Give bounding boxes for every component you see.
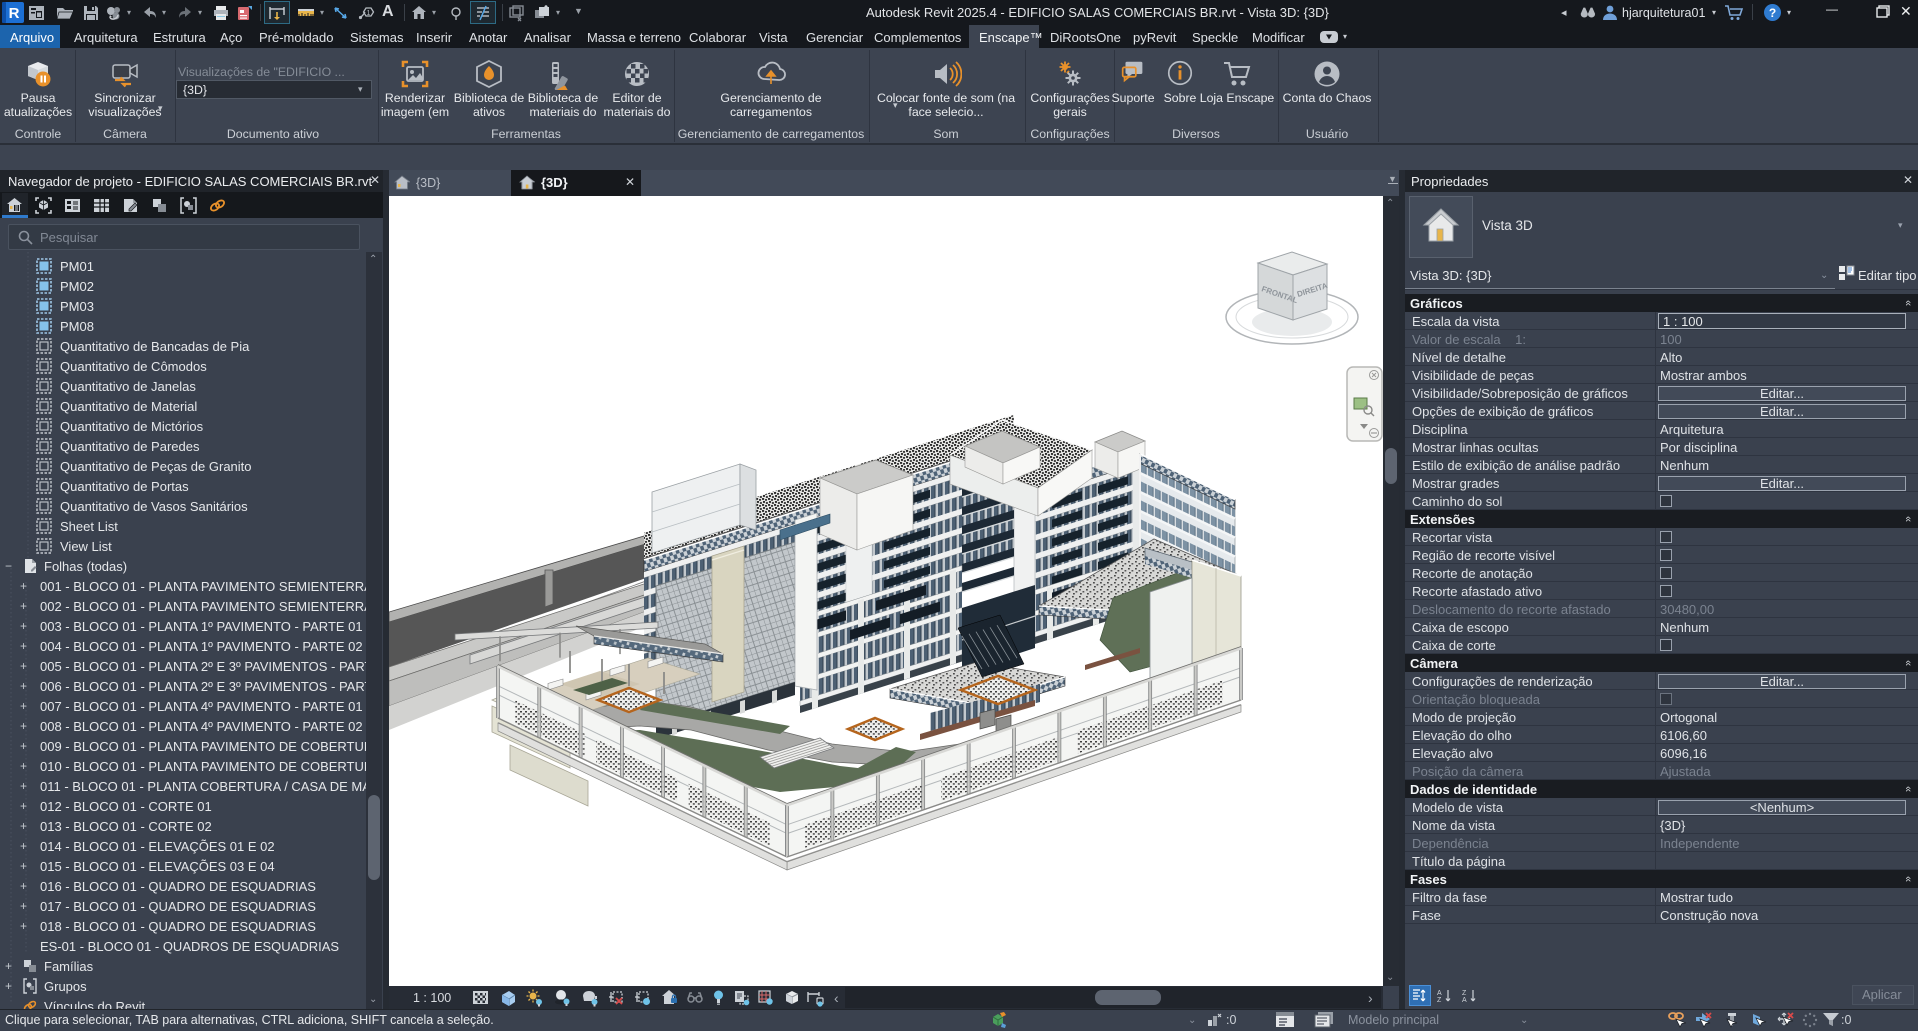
svg-text:A: A — [1462, 997, 1467, 1003]
svg-text:Z: Z — [1462, 990, 1467, 997]
svg-text:?: ? — [1769, 6, 1776, 20]
svg-text:R: R — [9, 5, 20, 22]
svg-text:1: 1 — [367, 10, 371, 17]
svg-text:Z: Z — [1437, 997, 1442, 1003]
svg-text:A: A — [1437, 990, 1442, 997]
